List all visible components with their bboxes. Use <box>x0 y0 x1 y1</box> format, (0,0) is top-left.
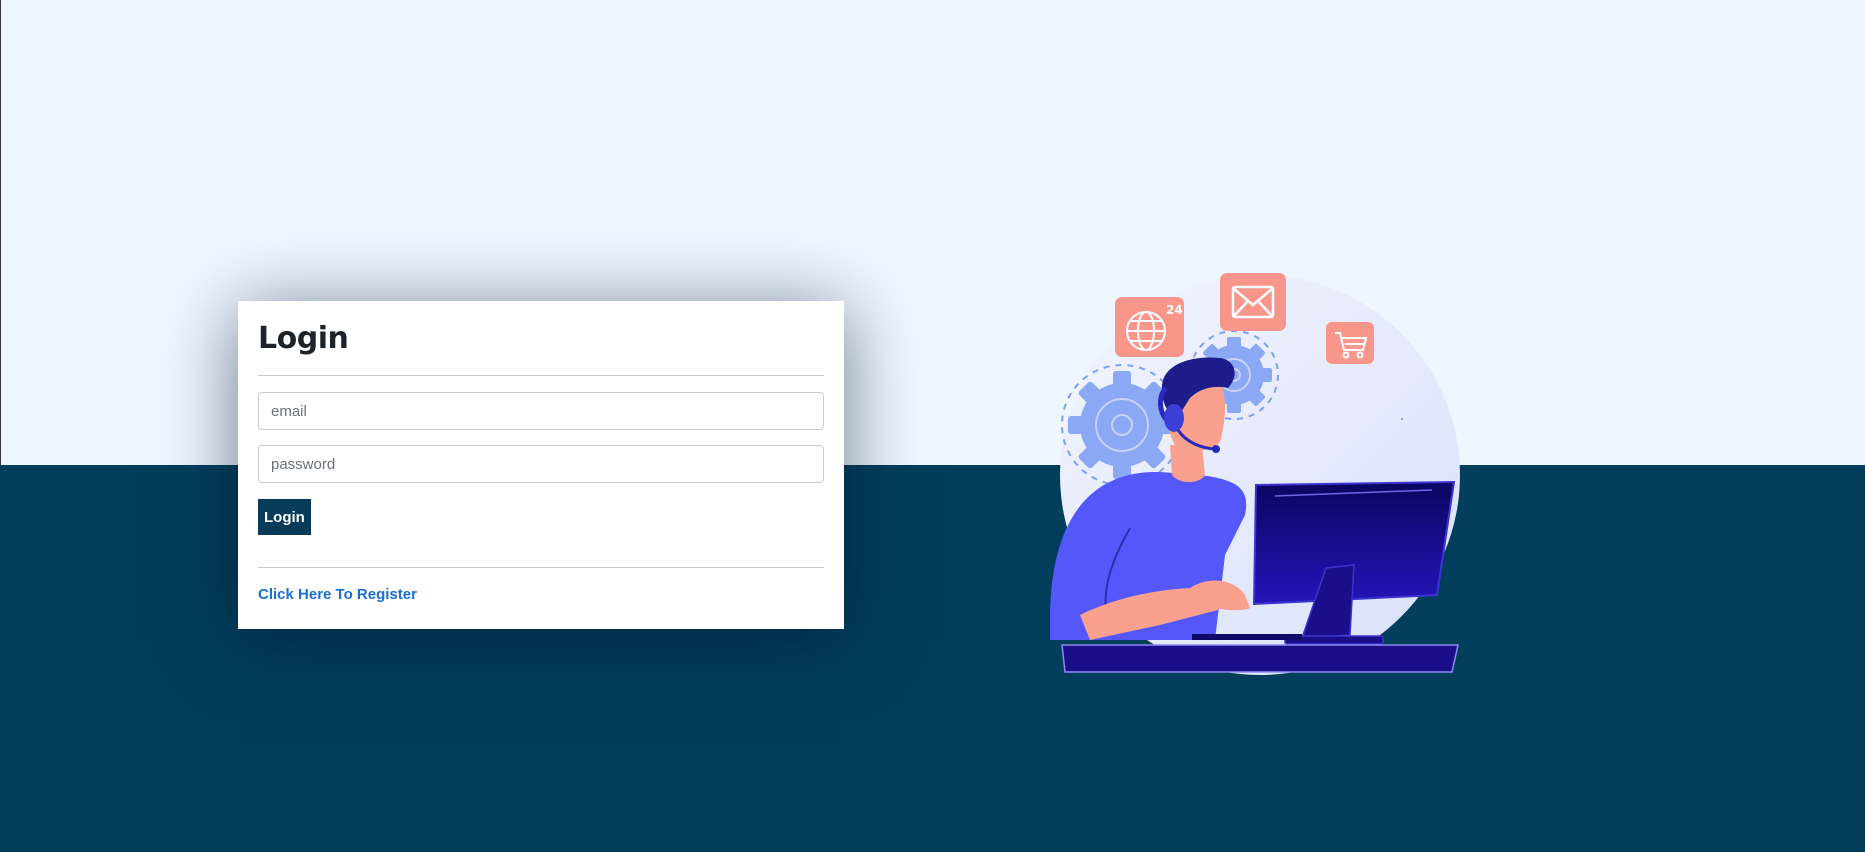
divider <box>258 375 824 376</box>
register-link[interactable]: Click Here To Register <box>258 586 417 603</box>
sparkle-dot <box>1401 418 1403 420</box>
divider <box>258 567 824 568</box>
login-title: Login <box>258 321 349 356</box>
login-page: Login Login Click Here To Register <box>0 0 1865 852</box>
customer-support-illustration: 24 <box>1050 273 1460 675</box>
password-input[interactable] <box>258 445 824 483</box>
globe-icon: 24 <box>1115 297 1184 357</box>
email-input[interactable] <box>258 392 824 430</box>
keyboard <box>1192 634 1302 640</box>
cart-icon <box>1326 322 1374 364</box>
globe-badge: 24 <box>1166 303 1183 317</box>
desk <box>1061 644 1459 673</box>
login-card: Login Login Click Here To Register <box>238 301 844 629</box>
login-button[interactable]: Login <box>258 499 311 535</box>
mail-icon <box>1220 273 1286 331</box>
